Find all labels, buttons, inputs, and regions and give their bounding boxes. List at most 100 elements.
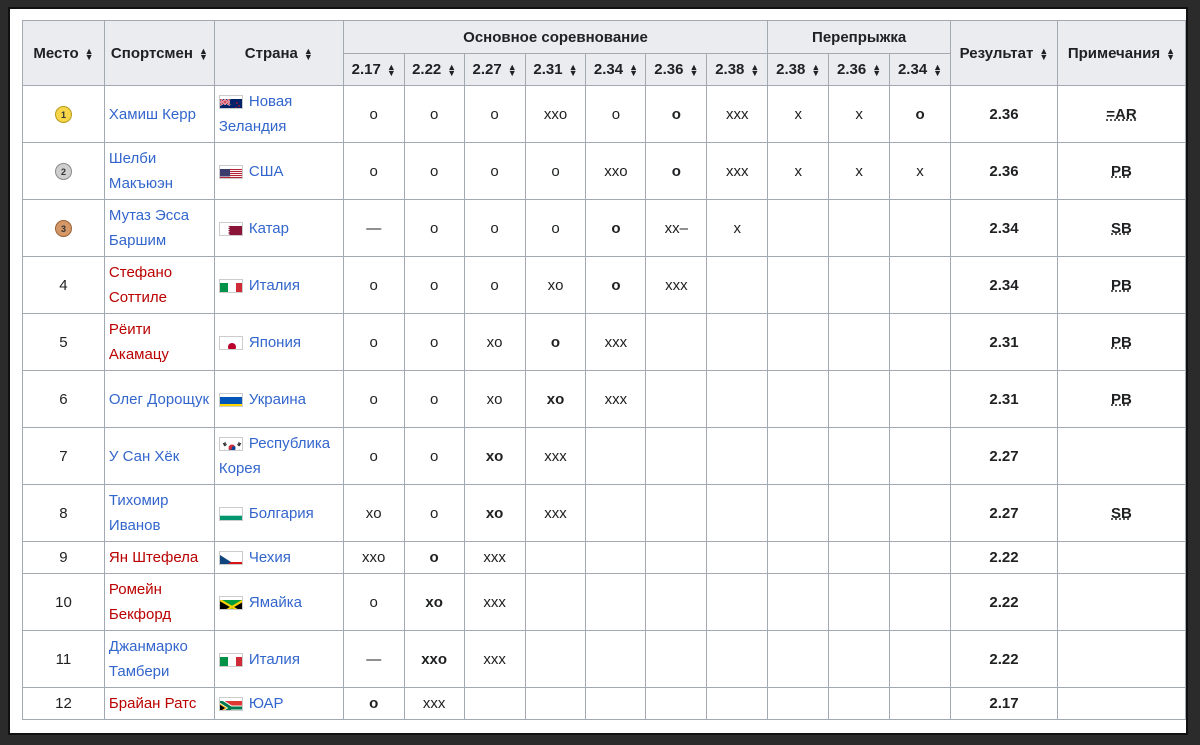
attempt-cell: xo — [403, 573, 465, 631]
attempt-cell: xxx — [706, 85, 769, 143]
athlete-cell: Стефано Соттиле — [103, 256, 215, 314]
attempt-cell: xo — [463, 370, 526, 428]
header-height-jumpoff[interactable]: 2.34 ▲ ▼ — [889, 53, 951, 86]
notes-cell: PB — [1056, 256, 1187, 314]
header-height-main[interactable]: 2.36 ▲ ▼ — [645, 53, 708, 86]
flag-jp-icon — [218, 335, 243, 350]
sort-icon[interactable]: ▲ ▼ — [629, 63, 638, 78]
header-height-main[interactable]: 2.22 ▲ ▼ — [403, 53, 465, 86]
attempt-cell: o — [342, 573, 405, 631]
header-height-main[interactable]: 2.34 ▲ ▼ — [585, 53, 647, 86]
record-note-abbr[interactable]: PB — [1111, 277, 1132, 294]
sort-icon[interactable]: ▲ ▼ — [689, 63, 698, 78]
table-row: 6 Олег Дорощук Украина o o xo xo xxx 2.31 PB — [22, 370, 1187, 428]
notes-cell — [1056, 687, 1187, 720]
sort-icon[interactable]: ▲ ▼ — [85, 46, 94, 61]
header-height-jumpoff[interactable]: 2.36 ▲ ▼ — [828, 53, 891, 86]
country-cell: Болгария — [213, 484, 344, 542]
athlete-link[interactable]: Олег Дорощук — [109, 391, 209, 408]
country-link[interactable]: Италия — [249, 651, 300, 668]
attempt-cell: xxx — [463, 630, 526, 688]
header-notes-label: Примечания — [1067, 44, 1161, 62]
athlete-link[interactable]: Тихомир Иванов — [109, 492, 169, 534]
athlete-link[interactable]: Ромейн Бекфорд — [109, 581, 171, 623]
header-notes[interactable]: Примечания ▲ ▼ — [1056, 20, 1187, 86]
notes-cell: PB — [1056, 313, 1187, 371]
sort-icon[interactable]: ▲ ▼ — [933, 63, 942, 78]
country-link[interactable]: Япония — [249, 334, 301, 351]
record-note-abbr[interactable]: PB — [1111, 163, 1132, 180]
attempt-cell: o — [342, 85, 405, 143]
notes-cell: SB — [1056, 484, 1187, 542]
header-place[interactable]: Место ▲ ▼ — [22, 20, 105, 86]
country-link[interactable]: Чехия — [249, 549, 291, 566]
athlete-link[interactable]: Хамиш Керр — [109, 106, 196, 123]
athlete-link[interactable]: Мутаз Эсса Баршим — [109, 207, 189, 249]
table-row: 10 Ромейн Бекфорд Ямайка o xo xxx 2.22 — [22, 573, 1187, 631]
athlete-cell: У Сан Хёк — [103, 427, 215, 485]
record-note-abbr[interactable]: =AR — [1106, 106, 1136, 123]
athlete-link[interactable]: Стефано Соттиле — [109, 264, 172, 306]
jumpoff-cell — [889, 573, 951, 631]
sort-icon[interactable]: ▲ ▼ — [304, 46, 313, 61]
sort-icon[interactable]: ▲ ▼ — [750, 63, 759, 78]
header-jumpoff: Перепрыжка — [767, 20, 951, 54]
header-height-main-label: 2.36 — [654, 61, 684, 78]
header-country-label: Страна — [244, 44, 298, 62]
country-cell: Украина — [213, 370, 344, 428]
record-note-abbr[interactable]: SB — [1111, 505, 1132, 522]
sort-icon[interactable]: ▲ ▼ — [199, 46, 208, 61]
country-link[interactable]: Катар — [249, 220, 289, 237]
sort-icon[interactable]: ▲ ▼ — [1166, 46, 1175, 61]
record-note-abbr[interactable]: SB — [1111, 220, 1132, 237]
sort-icon[interactable]: ▲ ▼ — [811, 63, 820, 78]
athlete-link[interactable]: Рёити Акамацу — [109, 321, 169, 363]
athlete-cell: Джанмарко Тамбери — [103, 630, 215, 688]
sort-icon[interactable]: ▲ ▼ — [569, 63, 578, 78]
result-cell: 2.31 — [950, 313, 1058, 371]
attempt-cell: o — [403, 256, 465, 314]
jumpoff-cell: x — [889, 142, 951, 200]
header-height-jumpoff-label: 2.34 — [897, 61, 928, 78]
sort-icon[interactable]: ▲ ▼ — [387, 63, 396, 78]
country-link[interactable]: Украина — [249, 391, 306, 408]
table-row: 5 Рёити Акамацу Япония o o xo o xxx 2.31 PB — [22, 313, 1187, 371]
sort-icon[interactable]: ▲ ▼ — [1039, 46, 1048, 61]
athlete-link[interactable]: У Сан Хёк — [109, 448, 179, 465]
header-height-main[interactable]: 2.31 ▲ ▼ — [524, 53, 587, 86]
flag-nz-icon — [218, 95, 243, 110]
country-link[interactable]: Италия — [249, 277, 300, 294]
jumpoff-cell — [767, 687, 830, 720]
jumpoff-cell: x — [767, 142, 830, 200]
athlete-link[interactable]: Шелби Макъюэн — [109, 150, 173, 192]
record-note-abbr[interactable]: PB — [1111, 391, 1132, 408]
jumpoff-cell — [889, 256, 951, 314]
header-height-main[interactable]: 2.27 ▲ ▼ — [463, 53, 526, 86]
table-row: 11 Джанмарко Тамбери Италия — xxo xxx 2.22 — [22, 630, 1187, 688]
header-result[interactable]: Результат ▲ ▼ — [950, 20, 1058, 86]
record-note-abbr[interactable]: PB — [1111, 334, 1132, 351]
athlete-link[interactable]: Джанмарко Тамбери — [109, 638, 188, 680]
sort-icon[interactable]: ▲ ▼ — [872, 63, 881, 78]
jumpoff-cell — [767, 541, 830, 574]
athlete-cell: Олег Дорощук — [103, 370, 215, 428]
header-height-main[interactable]: 2.17 ▲ ▼ — [342, 53, 405, 86]
country-link[interactable]: ЮАР — [249, 695, 284, 712]
header-country[interactable]: Страна ▲ ▼ — [213, 20, 344, 86]
notes-cell: =AR — [1056, 85, 1187, 143]
athlete-link[interactable]: Ян Штефела — [109, 549, 198, 566]
attempt-cell: o — [524, 313, 587, 371]
jumpoff-cell — [767, 256, 830, 314]
sort-icon[interactable]: ▲ ▼ — [447, 63, 456, 78]
header-height-jumpoff[interactable]: 2.38 ▲ ▼ — [767, 53, 830, 86]
athlete-link[interactable]: Брайан Ратс — [109, 695, 196, 712]
country-link[interactable]: США — [249, 163, 284, 180]
silver-medal-icon: 2 — [54, 163, 72, 180]
sort-icon[interactable]: ▲ ▼ — [508, 63, 517, 78]
country-link[interactable]: Болгария — [249, 505, 314, 522]
attempt-cell: o — [585, 85, 647, 143]
header-athlete[interactable]: Спортсмен ▲ ▼ — [103, 20, 215, 86]
header-result-label: Результат — [959, 44, 1034, 62]
country-link[interactable]: Ямайка — [249, 594, 302, 611]
header-height-main[interactable]: 2.38 ▲ ▼ — [706, 53, 769, 86]
